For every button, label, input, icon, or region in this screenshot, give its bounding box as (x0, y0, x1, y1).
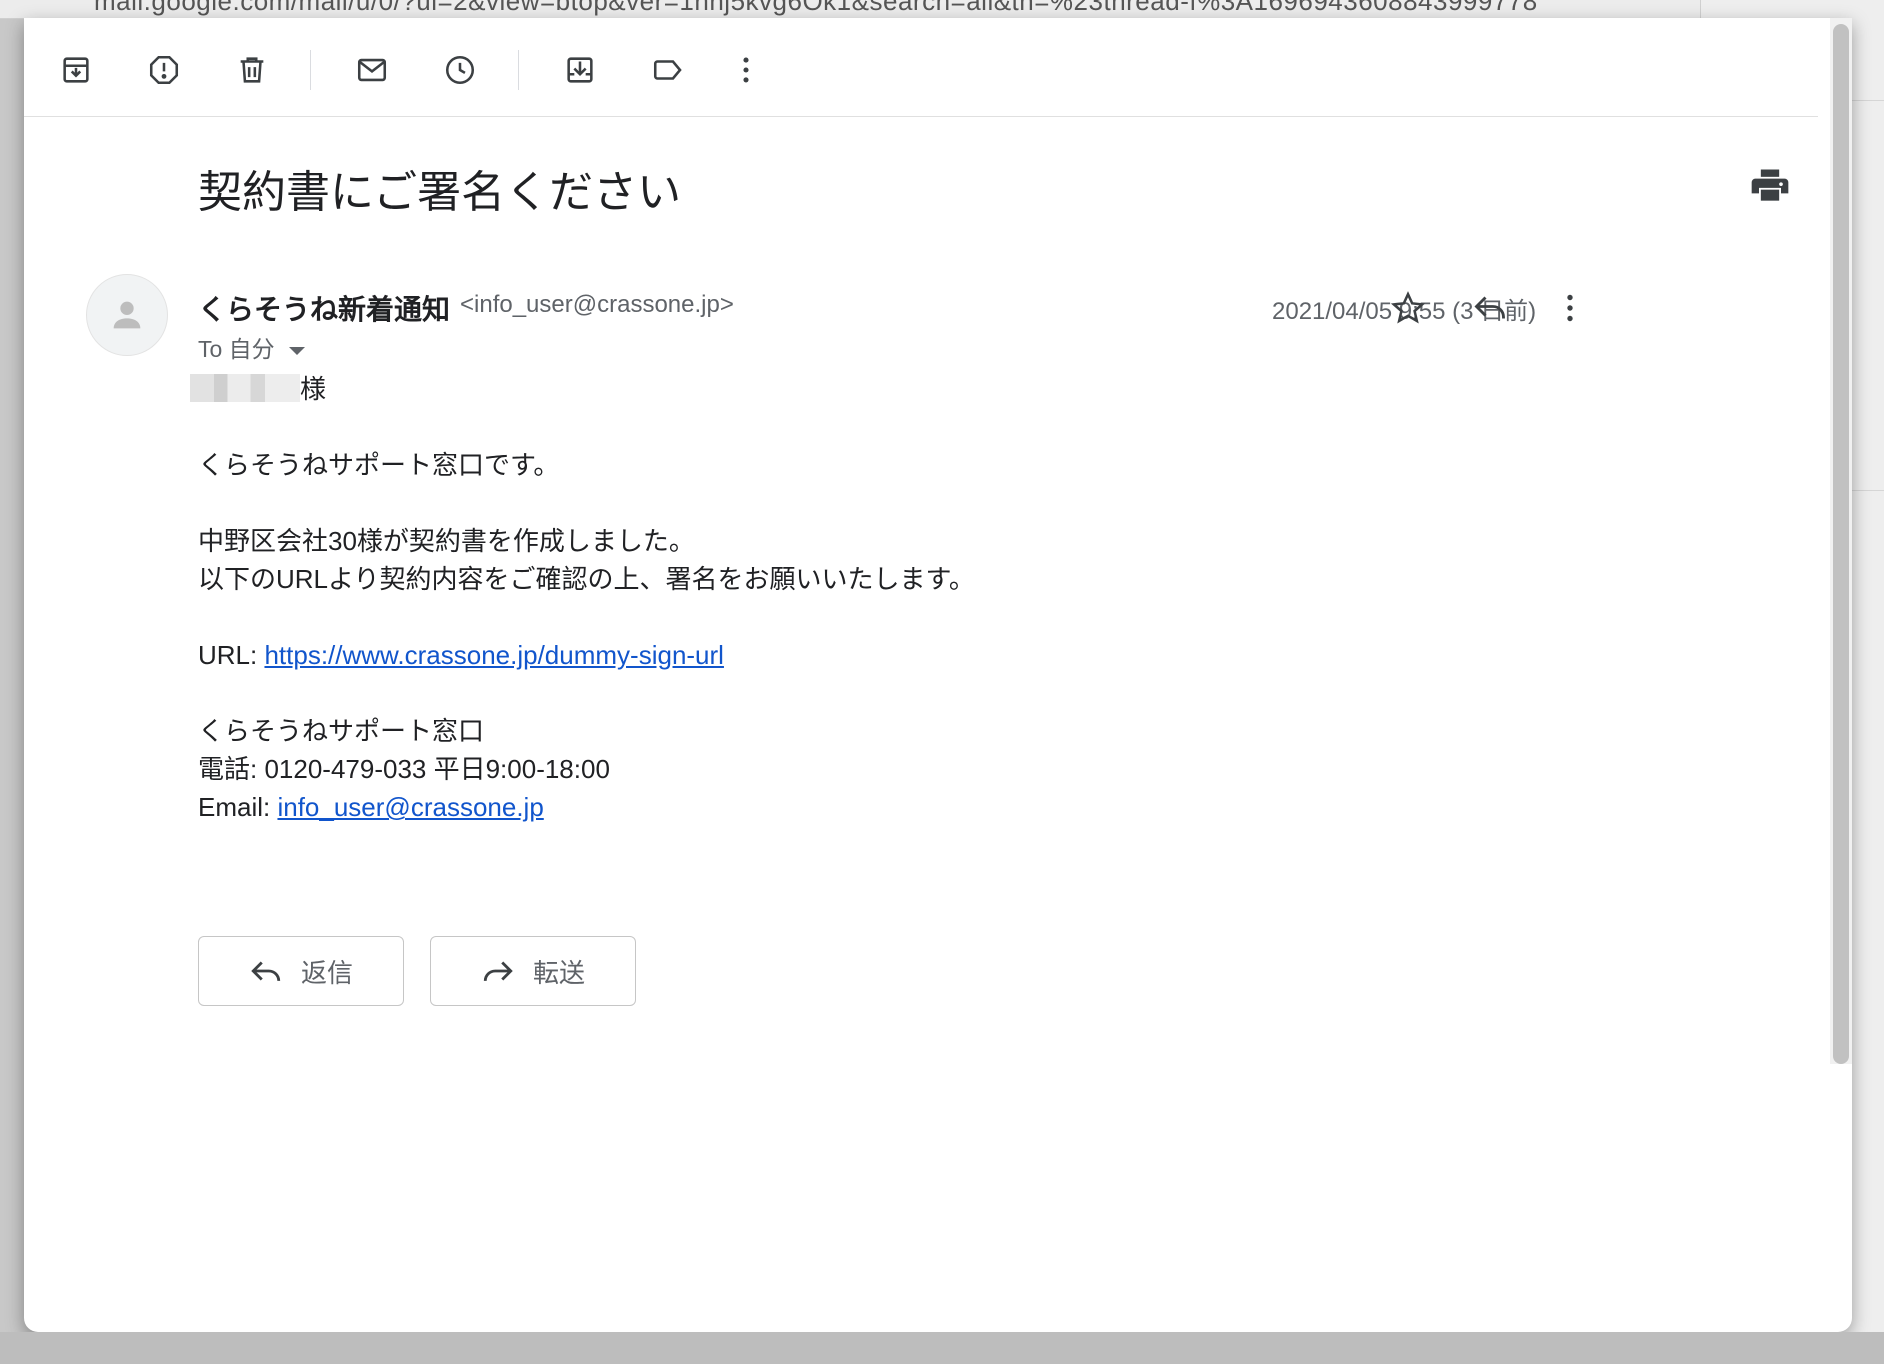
snooze-icon (445, 55, 475, 85)
message-more-button[interactable] (1550, 288, 1590, 328)
url-text: mail.google.com/mail/u/0/?ui=2&view=btop… (94, 0, 1538, 16)
email-popup-window: 契約書にご署名ください くらそうね新着通知 <info_user@crasson… (24, 18, 1852, 1332)
browser-url-bar[interactable]: mail.google.com/mail/u/0/?ui=2&view=btop… (0, 0, 1884, 19)
url-label: URL: (198, 640, 265, 670)
forward-button[interactable]: 転送 (430, 936, 636, 1006)
scrollbar-track[interactable] (1830, 18, 1852, 1064)
reply-icon (251, 961, 281, 982)
label-button[interactable] (646, 48, 690, 92)
more-options-button[interactable] (724, 48, 768, 92)
print-button[interactable] (1748, 164, 1792, 208)
signature-line-1: くらそうねサポート窓口 (198, 716, 485, 746)
archive-button[interactable] (54, 48, 98, 92)
forward-label: 転送 (532, 957, 585, 988)
body-line-2: 中野区会社30様が契約書を作成しました。 (198, 526, 695, 556)
reply-icon-button[interactable] (1470, 288, 1510, 328)
reply-button[interactable]: 返信 (198, 936, 404, 1006)
scrollbar-thumb[interactable] (1833, 24, 1849, 1064)
forward-icon (483, 961, 513, 982)
salutation: 様 (190, 370, 975, 408)
person-icon (113, 301, 141, 329)
sender-name: くらそうね新着通知 (198, 294, 451, 325)
mark-unread-button[interactable] (350, 48, 394, 92)
more-vert-icon (743, 57, 749, 83)
email-subject: 契約書にご署名ください (198, 168, 682, 217)
signature-phone: 電話: 0120-479-033 平日9:00-18:00 (198, 754, 610, 784)
star-button[interactable] (1388, 288, 1428, 328)
mark-unread-icon (357, 58, 387, 82)
move-to-icon (567, 57, 593, 83)
sender-email: <info_user@crassone.jp> (460, 291, 734, 318)
recipient-details-toggle[interactable]: To 自分 (198, 330, 305, 364)
body-line-1: くらそうねサポート窓口です。 (198, 450, 560, 480)
printer-icon (1751, 169, 1789, 201)
recipient-label: To 自分 (198, 336, 275, 362)
sender-avatar (86, 274, 168, 356)
toolbar-separator (310, 50, 311, 90)
desktop-background (0, 1332, 1884, 1364)
url-line: URL: https://www.crassone.jp/dummy-sign-… (198, 636, 975, 674)
delete-button[interactable] (230, 48, 274, 92)
sign-url-link[interactable]: https://www.crassone.jp/dummy-sign-url (264, 640, 723, 670)
reply-icon (1474, 296, 1505, 319)
body-line-3: 以下のURLより契約内容をご確認の上、署名をお願いいたします。 (198, 564, 975, 594)
salutation-suffix: 様 (300, 374, 327, 404)
more-vert-icon (1567, 294, 1573, 322)
delete-icon (240, 57, 264, 83)
email-body: 様 くらそうねサポート窓口です。 中野区会社30様が契約書を作成しました。 以下… (190, 370, 975, 826)
report-spam-icon (149, 55, 179, 85)
email-label: Email: (198, 792, 278, 822)
report-spam-button[interactable] (142, 48, 186, 92)
archive-icon (63, 57, 89, 83)
toolbar-separator (518, 50, 519, 90)
label-icon (653, 60, 682, 80)
reply-label: 返信 (300, 957, 353, 988)
signature-email-line: Email: info_user@crassone.jp (198, 788, 975, 826)
snooze-button[interactable] (438, 48, 482, 92)
redacted-name (190, 374, 300, 402)
star-icon (1390, 291, 1426, 324)
caret-down-icon (288, 346, 305, 355)
toolbar (24, 18, 1818, 117)
move-to-button[interactable] (558, 48, 602, 92)
support-email-link[interactable]: info_user@crassone.jp (277, 792, 543, 822)
